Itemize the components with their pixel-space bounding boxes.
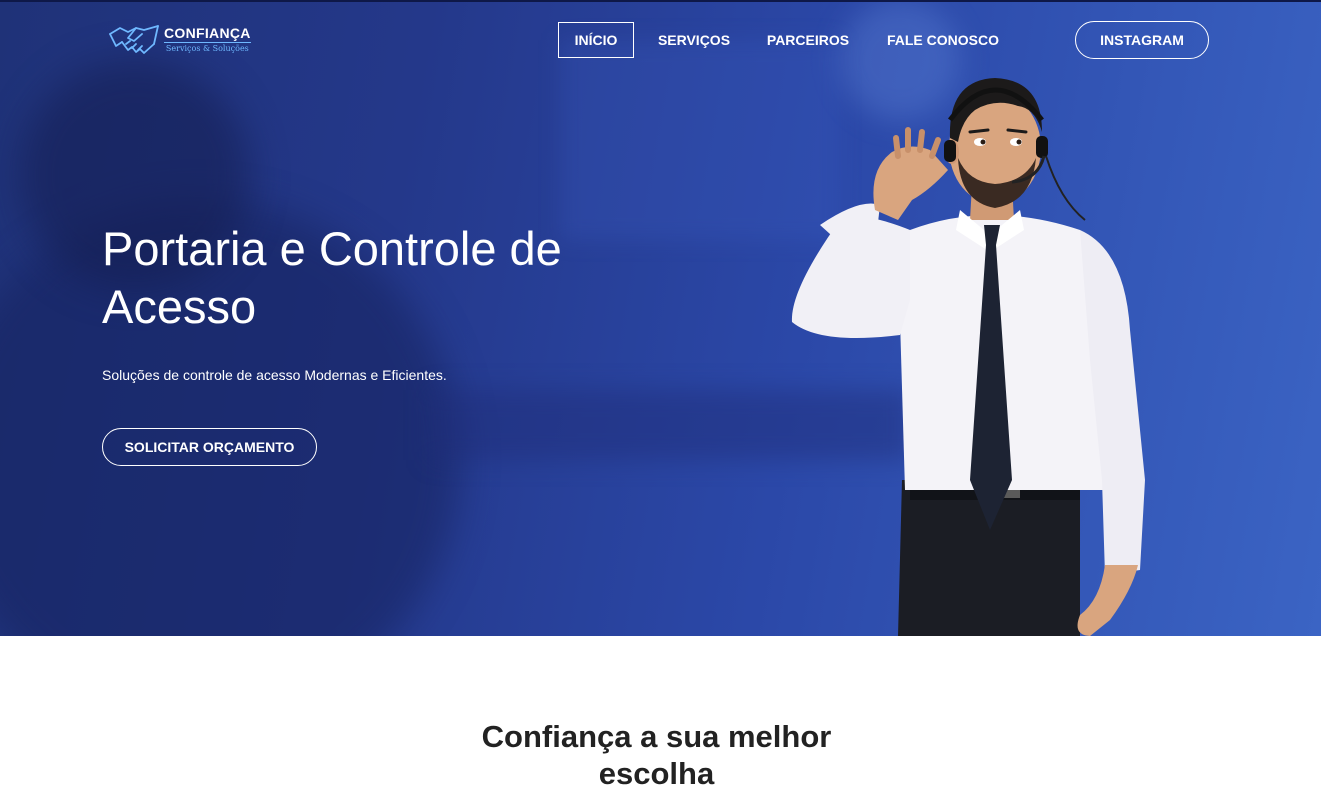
brand-tagline: Serviços & Soluções <box>164 42 251 53</box>
section-title-line2: escolha <box>598 756 715 791</box>
nav-item-fale-conosco[interactable]: FALE CONOSCO <box>880 22 1006 58</box>
brand-logo[interactable]: CONFIANÇA Serviços & Soluções <box>108 22 251 58</box>
nav-item-parceiros[interactable]: PARCEIROS <box>762 22 854 58</box>
man-with-headset-image <box>791 78 1145 636</box>
hero-title: Portaria e Controle de Acesso <box>102 220 702 336</box>
section-title-line1: Confiança a sua melhor <box>481 719 832 754</box>
brand-name: CONFIANÇA <box>164 25 251 41</box>
request-quote-button[interactable]: SOLICITAR ORÇAMENTO <box>102 428 317 466</box>
hero-title-line2: Acesso <box>102 280 257 333</box>
hero-section: CONFIANÇA Serviços & Soluções INÍCIO SER… <box>0 0 1321 636</box>
hero-title-line1: Portaria e Controle de <box>102 222 562 275</box>
hero-subtitle: Soluções de controle de acesso Modernas … <box>102 367 447 383</box>
section-title: Confiança a sua melhor escolha <box>0 718 1313 792</box>
nav-item-servicos[interactable]: SERVIÇOS <box>650 22 738 58</box>
instagram-button[interactable]: INSTAGRAM <box>1075 21 1209 59</box>
handshake-icon <box>109 25 159 54</box>
nav-item-inicio[interactable]: INÍCIO <box>558 22 634 58</box>
top-border <box>0 0 1321 2</box>
